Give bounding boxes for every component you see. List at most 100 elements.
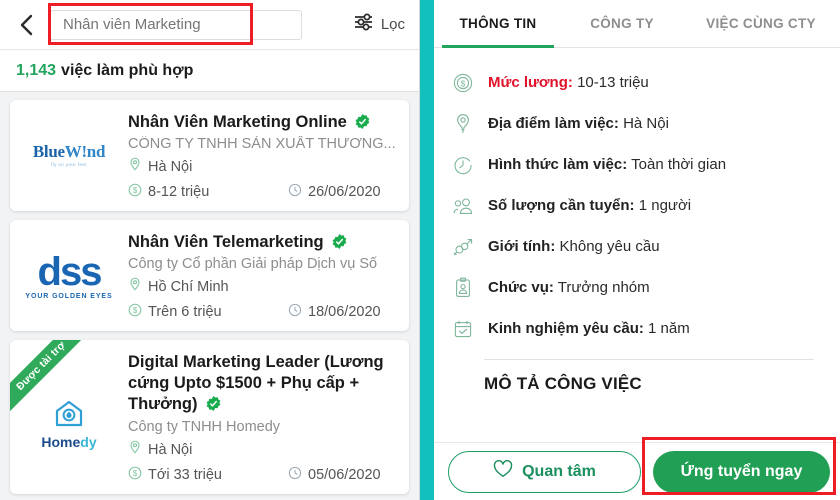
detail-tabs[interactable]: THÔNG TIN CÔNG TY VIỆC CÙNG CTY <box>434 0 840 48</box>
job-date: 26/06/2020 <box>288 183 381 201</box>
app-root: Lọc 1,143 việc làm phù hợp BlueW!nd fly … <box>0 0 840 500</box>
detail-row-experience: Kinh nghiệm yêu cầu: 1 năm <box>452 308 830 349</box>
filter-button[interactable]: Lọc <box>353 12 405 37</box>
homedy-house-icon <box>55 401 83 427</box>
search-input[interactable] <box>63 16 289 33</box>
detail-row-gender: Giới tính: Không yêu cầu <box>452 226 830 267</box>
job-card[interactable]: dss YOUR GOLDEN EYES Nhân Viên Telemarke… <box>10 220 409 332</box>
job-detail-panel: THÔNG TIN CÔNG TY VIỆC CÙNG CTY $ Mức lư… <box>420 0 840 500</box>
detail-row-quantity: Số lượng cần tuyển: 1 người <box>452 185 830 226</box>
apply-label: Ứng tuyển ngay <box>680 462 803 480</box>
location-pin-icon <box>452 113 474 135</box>
dss-logo-mark: dss <box>37 249 103 294</box>
bluewind-logo-icon: BlueW!nd fly on your feet <box>32 142 106 168</box>
clipboard-person-icon <box>452 277 474 299</box>
job-date: 18/06/2020 <box>288 303 381 321</box>
job-card[interactable]: BlueW!nd fly on your feet Nhân Viên Mark… <box>10 100 409 212</box>
back-chevron-icon[interactable] <box>10 8 44 42</box>
detail-action-bar: Quan tâm Ứng tuyển ngay <box>434 442 840 500</box>
detail-experience-text: Kinh nghiệm yêu cầu: 1 năm <box>488 320 690 337</box>
search-input-box[interactable] <box>50 9 302 40</box>
detail-worktype-text: Hình thức làm việc: Toàn thời gian <box>488 156 726 173</box>
detail-location-text: Địa điểm làm việc: Hà Nội <box>488 115 669 132</box>
people-icon <box>452 197 474 215</box>
job-date-text: 26/06/2020 <box>308 184 381 201</box>
job-meta-row: $ 8-12 triệu 26/06/2020 <box>128 183 399 201</box>
money-coin-icon: $ <box>128 466 142 484</box>
filter-sliders-icon <box>353 12 375 37</box>
detail-value: Hà Nội <box>623 115 669 132</box>
search-bar: Lọc <box>0 0 419 50</box>
job-title[interactable]: Nhân Viên Marketing Online <box>128 113 347 131</box>
job-card[interactable]: Được tài trợ Homedy Digital Marketing Le… <box>10 340 409 494</box>
job-company: Công ty Cổ phần Giải pháp Dịch vụ Số <box>128 256 378 273</box>
gender-icon <box>452 237 474 257</box>
results-summary: 1,143 việc làm phù hợp <box>0 50 419 92</box>
job-card-body: Digital Marketing Leader (Lương cứng Upt… <box>128 350 399 483</box>
detail-value: Trưởng nhóm <box>557 279 650 296</box>
job-detail-list: $ Mức lương: 10-13 triệu Địa điểm làm vi… <box>434 48 840 500</box>
money-coin-icon: $ <box>452 73 474 93</box>
job-salary: $ Trên 6 triệu <box>128 303 288 321</box>
teal-accent-strip <box>420 0 434 500</box>
job-salary-text: 8-12 triệu <box>148 184 210 201</box>
job-salary: $ Tới 33 triệu <box>128 466 288 484</box>
detail-label: Chức vụ: <box>488 279 554 296</box>
company-logo: Homedy <box>10 350 128 483</box>
heart-icon <box>493 460 513 483</box>
job-location-text: Hồ Chí Minh <box>148 279 229 296</box>
tab-viec-cung-cty[interactable]: VIỆC CÙNG CTY <box>682 0 840 47</box>
interest-button[interactable]: Quan tâm <box>448 450 641 493</box>
results-label: việc làm phù hợp <box>61 61 194 79</box>
detail-label: Mức lương: <box>488 74 573 91</box>
search-results-panel: Lọc 1,143 việc làm phù hợp BlueW!nd fly … <box>0 0 420 500</box>
detail-quantity-text: Số lượng cần tuyển: 1 người <box>488 197 691 214</box>
detail-salary-text: Mức lương: 10-13 triệu <box>488 74 649 91</box>
detail-value: Toàn thời gian <box>631 156 727 173</box>
detail-row-position: Chức vụ: Trưởng nhóm <box>452 267 830 308</box>
detail-row-location: Địa điểm làm việc: Hà Nội <box>452 103 830 144</box>
homedy-logo-text: Homedy <box>41 434 97 451</box>
company-logo: dss YOUR GOLDEN EYES <box>10 230 128 321</box>
clock-icon <box>288 183 302 201</box>
detail-value: 1 người <box>638 197 692 214</box>
detail-label: Hình thức làm việc: <box>488 156 628 173</box>
svg-text:$: $ <box>133 306 138 315</box>
job-title[interactable]: Digital Marketing Leader (Lương cứng Upt… <box>128 353 384 413</box>
clock-icon <box>452 155 474 175</box>
results-count: 1,143 <box>16 61 57 79</box>
job-salary-text: Tới 33 triệu <box>148 466 222 483</box>
money-coin-icon: $ <box>128 183 142 201</box>
clock-icon <box>288 466 302 484</box>
job-company: CÔNG TY TNHH SẢN XUẤT THƯƠNG... <box>128 136 396 153</box>
detail-label: Giới tính: <box>488 238 556 255</box>
job-title[interactable]: Nhân Viên Telemarketing <box>128 233 324 251</box>
job-location: Hà Nội <box>128 440 399 460</box>
verified-badge-icon <box>206 396 221 412</box>
detail-gender-text: Giới tính: Không yêu cầu <box>488 238 660 255</box>
job-card-body: Nhân Viên Telemarketing Công ty Cổ phần … <box>128 230 399 321</box>
detail-row-worktype: Hình thức làm việc: Toàn thời gian <box>452 144 830 185</box>
job-salary: $ 8-12 triệu <box>128 183 288 201</box>
detail-value: 10-13 triệu <box>577 74 649 91</box>
job-date-text: 05/06/2020 <box>308 466 381 483</box>
svg-text:$: $ <box>461 78 466 88</box>
job-location: Hà Nội <box>128 157 399 177</box>
job-card-body: Nhân Viên Marketing Online CÔNG TY TNHH … <box>128 110 399 201</box>
bluewind-logo-tagline: fly on your feet <box>51 162 87 168</box>
tab-cong-ty[interactable]: CÔNG TY <box>562 0 682 47</box>
dss-logo-tagline: YOUR GOLDEN EYES <box>25 292 113 300</box>
job-company: Công ty TNHH Homedy <box>128 418 281 435</box>
job-date-text: 18/06/2020 <box>308 304 381 321</box>
verified-badge-icon <box>355 114 370 129</box>
tab-thong-tin[interactable]: THÔNG TIN <box>434 0 562 48</box>
section-title-description: MÔ TẢ CÔNG VIỆC <box>484 374 642 393</box>
job-location: Hồ Chí Minh <box>128 277 399 297</box>
job-list[interactable]: BlueW!nd fly on your feet Nhân Viên Mark… <box>0 92 419 500</box>
location-pin-icon <box>128 157 142 177</box>
job-date: 05/06/2020 <box>288 466 381 484</box>
job-meta-row: $ Tới 33 triệu 05/06/2020 <box>128 466 399 484</box>
company-logo: BlueW!nd fly on your feet <box>10 110 128 201</box>
job-salary-text: Trên 6 triệu <box>148 304 222 321</box>
apply-button[interactable]: Ứng tuyển ngay <box>653 450 830 493</box>
